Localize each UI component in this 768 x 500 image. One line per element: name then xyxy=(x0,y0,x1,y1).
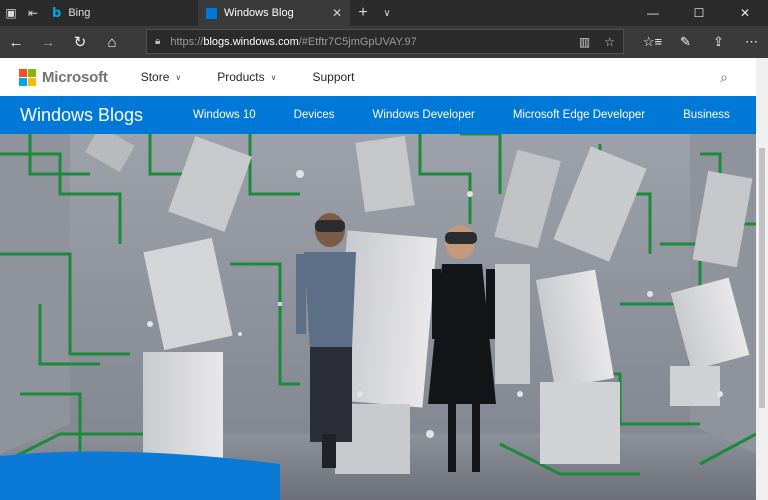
hero-image xyxy=(0,134,756,500)
reading-view-icon[interactable]: ▥ xyxy=(579,35,590,49)
brand-text: Microsoft xyxy=(42,68,108,86)
close-window-button[interactable]: ✕ xyxy=(722,0,768,26)
browser-tab-bar: ▣ ⇤ b Bing Windows Blog ✕ + ∨ — ☐ ✕ xyxy=(0,0,768,26)
close-tab-icon[interactable]: ✕ xyxy=(332,6,342,20)
blog-link-windows-10[interactable]: Windows 10 xyxy=(174,109,275,121)
web-note-pen-icon[interactable]: ✎ xyxy=(669,26,702,58)
blog-link-devices[interactable]: Devices xyxy=(275,109,354,121)
tab-windows-blog[interactable]: Windows Blog ✕ xyxy=(198,0,350,26)
nav-label: Products xyxy=(217,70,265,84)
blog-title[interactable]: Windows Blogs xyxy=(20,105,168,126)
maximize-button[interactable]: ☐ xyxy=(676,0,722,26)
scrollbar-thumb[interactable] xyxy=(759,148,765,408)
refresh-button[interactable]: ↻ xyxy=(64,26,96,58)
url-host: blogs.windows.com xyxy=(203,35,299,48)
tab-preview-chevron-icon[interactable]: ∨ xyxy=(376,0,398,26)
blog-nav-links: Windows 10 Devices Windows Developer Mic… xyxy=(174,109,749,121)
search-icon[interactable]: ⌕ xyxy=(720,69,728,86)
chevron-down-icon: ∨ xyxy=(270,72,277,82)
lock-icon: 🔒︎ xyxy=(155,36,161,47)
microsoft-nav: Store ∨ Products ∨ Support xyxy=(141,70,355,84)
microsoft-squares-icon xyxy=(19,68,36,86)
nav-support[interactable]: Support xyxy=(312,70,354,84)
nav-store[interactable]: Store ∨ xyxy=(141,70,182,84)
windows-blogs-nav: Windows Blogs Windows 10 Devices Windows… xyxy=(0,96,756,134)
blog-link-windows-developer[interactable]: Windows Developer xyxy=(354,109,494,121)
page-scrollbar[interactable] xyxy=(756,58,768,500)
tab-label: Bing xyxy=(68,7,91,19)
minimize-button[interactable]: — xyxy=(630,0,676,26)
chevron-down-icon: ∨ xyxy=(175,72,182,82)
back-button[interactable]: ← xyxy=(0,26,32,58)
forward-button[interactable]: → xyxy=(32,26,64,58)
nav-label: Store xyxy=(140,70,170,84)
favorite-star-icon[interactable]: ☆ xyxy=(604,35,615,49)
blog-link-business[interactable]: Business xyxy=(664,109,749,121)
browser-toolbar: ← → ↻ ⌂ 🔒︎ https://blogs.windows.com/#Et… xyxy=(0,26,768,58)
microsoft-logo[interactable]: Microsoft xyxy=(19,68,108,86)
bing-icon: b xyxy=(52,5,62,21)
home-button[interactable]: ⌂ xyxy=(96,26,128,58)
favorites-hub-icon[interactable]: ☆≡ xyxy=(636,26,669,58)
tab-actions-icon[interactable]: ▣ xyxy=(0,0,22,26)
blog-link-edge-developer[interactable]: Microsoft Edge Developer xyxy=(494,109,664,121)
address-bar[interactable]: 🔒︎ https://blogs.windows.com/#Etftr7C5jm… xyxy=(146,29,624,54)
set-aside-tabs-icon[interactable]: ⇤ xyxy=(22,0,44,26)
share-icon[interactable]: ⇪ xyxy=(702,26,735,58)
more-options-icon[interactable]: ⋯ xyxy=(735,26,768,58)
tab-label: Windows Blog xyxy=(224,7,294,19)
nav-label: Support xyxy=(312,70,355,84)
url-path: /#Etftr7C5jmGpUVAY.97 xyxy=(298,35,417,48)
url-protocol: https:// xyxy=(170,35,204,48)
microsoft-header: Microsoft Store ∨ Products ∨ Support ⌕ xyxy=(0,58,756,96)
hero-illustration xyxy=(0,134,756,500)
tab-bing[interactable]: b Bing xyxy=(44,0,198,26)
nav-products[interactable]: Products ∨ xyxy=(217,70,276,84)
new-tab-button[interactable]: + xyxy=(350,0,376,26)
windows-icon xyxy=(206,7,217,19)
